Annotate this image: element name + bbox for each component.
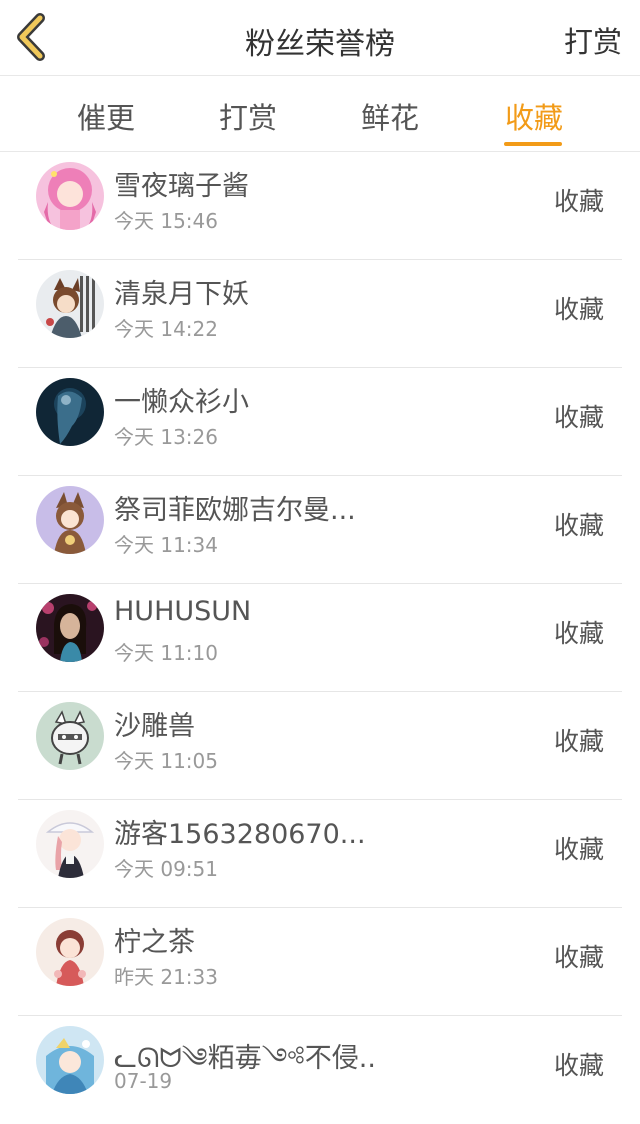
fan-time: 今天 09:51 [114,857,218,881]
fan-time: 今天 11:05 [114,749,218,773]
fan-name: 沙雕兽 [114,711,195,742]
tab-bar: 催更 打赏 鲜花 收藏 [0,76,640,152]
tab-urge[interactable]: 催更 [56,95,156,137]
list-item[interactable]: 沙雕兽 今天 11:05 收藏 [0,692,640,800]
avatar [36,702,104,770]
avatar [36,270,104,338]
avatar [36,594,104,662]
avatar [36,162,104,230]
fan-name: 柠之茶 [114,927,195,958]
list-item[interactable]: 一懒众衫小 今天 13:26 收藏 [0,368,640,476]
tab-favorites[interactable]: 收藏 [484,95,584,137]
favorite-label: 收藏 [553,1051,604,1080]
list-item[interactable]: 游客1563280670... 今天 09:51 收藏 [0,800,640,908]
tab-tip[interactable]: 打赏 [198,95,298,137]
fan-time: 今天 11:10 [114,641,218,665]
fan-name: 雪夜璃子酱 [114,171,249,202]
fan-time: 07-19 [114,1069,173,1093]
tip-button[interactable]: 打赏 [564,19,622,61]
favorite-label: 收藏 [553,511,604,540]
favorite-label: 收藏 [553,403,604,432]
fan-time: 昨天 21:33 [114,965,218,989]
favorite-label: 收藏 [553,835,604,864]
fan-time: 今天 15:46 [114,209,218,233]
fan-list: 雪夜璃子酱 今天 15:46 收藏 清泉月下妖 今天 14:22 收藏 一懒众衫… [0,152,640,1124]
fan-name: 祭司菲欧娜吉尔曼... [114,495,356,526]
avatar [36,810,104,878]
list-item[interactable]: HUHUSUN 今天 11:10 收藏 [0,584,640,692]
fan-name: 一懒众衫小 [114,387,249,418]
favorite-label: 收藏 [553,943,604,972]
list-item[interactable]: 柠之茶 昨天 21:33 收藏 [0,908,640,1016]
avatar [36,378,104,446]
avatar [36,486,104,554]
fan-time: 今天 14:22 [114,317,218,341]
fan-name: 清泉月下妖 [114,279,249,310]
tab-flowers[interactable]: 鲜花 [340,95,440,137]
fan-name: 游客1563280670... [114,819,366,850]
header-bar: 粉丝荣誉榜 打赏 [0,0,640,76]
fan-time: 今天 11:34 [114,533,218,557]
list-item[interactable]: 雪夜璃子酱 今天 15:46 收藏 [0,152,640,260]
avatar [36,918,104,986]
fan-name: HUHUSUN [114,596,252,627]
favorite-label: 收藏 [553,619,604,648]
list-item[interactable]: 清泉月下妖 今天 14:22 收藏 [0,260,640,368]
avatar [36,1026,104,1094]
active-tab-indicator [504,142,562,146]
fan-time: 今天 13:26 [114,425,218,449]
favorite-label: 收藏 [553,295,604,324]
page-title: 粉丝荣誉榜 [245,27,395,62]
favorite-label: 收藏 [553,187,604,216]
list-item[interactable]: ᓚᘏᗢ༄粨毐༺不侵... 07-19 收藏 [0,1016,640,1124]
favorite-label: 收藏 [553,727,604,756]
list-item[interactable]: 祭司菲欧娜吉尔曼... 今天 11:34 收藏 [0,476,640,584]
